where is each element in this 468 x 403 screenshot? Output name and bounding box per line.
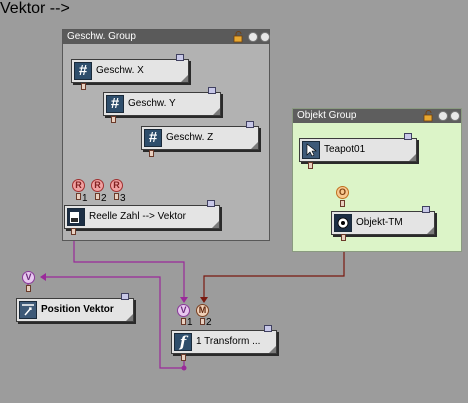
input-port-r1[interactable]: R: [72, 179, 85, 192]
collapse-toggle-icon[interactable]: [438, 111, 448, 121]
resize-corner[interactable]: [126, 314, 133, 321]
input-port-m2[interactable]: M: [196, 304, 209, 317]
geschw-x-node[interactable]: # Geschw. X: [71, 54, 189, 83]
hash-icon: #: [106, 95, 124, 113]
port-number: 3: [120, 193, 126, 204]
resize-corner[interactable]: [212, 221, 219, 228]
input-port-v[interactable]: V: [22, 271, 35, 284]
geschw-y-node[interactable]: # Geschw. Y: [103, 87, 221, 116]
real-to-vector-node[interactable]: Reelle Zahl --> Vektor: [64, 200, 220, 229]
output-connector[interactable]: [81, 83, 86, 90]
lock-icon[interactable]: [233, 31, 245, 43]
function-icon: f: [174, 333, 192, 351]
resize-corner[interactable]: [181, 75, 188, 82]
output-connector[interactable]: [181, 354, 186, 361]
input-port-v1[interactable]: V: [177, 304, 190, 317]
input-connector[interactable]: [340, 200, 345, 207]
output-connector[interactable]: [308, 162, 313, 169]
node-output-tab[interactable]: [264, 325, 272, 332]
node-output-tab[interactable]: [422, 206, 430, 213]
port-number: 1: [82, 193, 88, 204]
position-vector-icon: [19, 301, 37, 319]
input-connector[interactable]: [200, 318, 205, 325]
node-label: Teapot01: [324, 144, 366, 155]
hash-icon: #: [144, 129, 162, 147]
input-connector[interactable]: [95, 193, 100, 200]
resize-corner[interactable]: [427, 227, 434, 234]
group-options-icon[interactable]: [450, 111, 460, 121]
output-connector[interactable]: [149, 150, 154, 157]
output-connector[interactable]: [71, 228, 76, 235]
node-output-tab[interactable]: [208, 87, 216, 94]
transform-node[interactable]: f 1 Transform ...: [171, 325, 277, 354]
resize-corner[interactable]: [251, 142, 258, 149]
input-connector[interactable]: [181, 318, 186, 325]
resize-corner[interactable]: [409, 154, 416, 161]
output-connector[interactable]: [111, 116, 116, 123]
input-connector[interactable]: [114, 193, 119, 200]
node-output-tab[interactable]: [404, 133, 412, 140]
group-options-icon[interactable]: [260, 32, 270, 42]
hash-icon: #: [74, 62, 92, 80]
input-port-o[interactable]: O: [336, 186, 349, 199]
object-transform-icon: [334, 214, 352, 232]
port-number: 2: [206, 317, 212, 328]
node-output-tab[interactable]: [246, 121, 254, 128]
resize-corner[interactable]: [269, 346, 276, 353]
input-port-r2[interactable]: R: [91, 179, 104, 192]
node-label: Geschw. Y: [128, 98, 176, 109]
output-connector[interactable]: [341, 234, 346, 241]
node-output-tab[interactable]: [176, 54, 184, 61]
wire-vector-to-transform: [73, 234, 185, 299]
node-label: Objekt-TM: [356, 217, 403, 228]
object-group-title: Objekt Group: [293, 109, 461, 123]
node-label: Geschw. Z: [166, 132, 214, 143]
port-number: 2: [101, 193, 107, 204]
geschw-z-node[interactable]: # Geschw. Z: [141, 121, 259, 150]
converter-icon: [67, 208, 85, 226]
collapse-toggle-icon[interactable]: [248, 32, 258, 42]
input-connector[interactable]: [26, 285, 31, 292]
node-output-tab[interactable]: [121, 293, 129, 300]
teapot-node[interactable]: Teapot01: [299, 133, 417, 162]
input-port-r3[interactable]: R: [110, 179, 123, 192]
node-label: 1 Transform ...: [196, 336, 261, 347]
wire-transform-to-position: [44, 276, 185, 369]
resize-corner[interactable]: [213, 108, 220, 115]
node-label: Reelle Zahl --> Vektor: [89, 211, 186, 222]
position-vektor-node[interactable]: Position Vektor: [16, 293, 134, 322]
node-label: Position Vektor: [41, 304, 114, 315]
pointer-icon: [302, 141, 320, 159]
objekt-tm-node[interactable]: Objekt-TM: [331, 206, 435, 235]
input-connector[interactable]: [76, 193, 81, 200]
node-output-tab[interactable]: [207, 200, 215, 207]
port-number: 1: [187, 317, 193, 328]
lock-icon[interactable]: [423, 110, 435, 122]
node-label: Geschw. X: [96, 65, 144, 76]
